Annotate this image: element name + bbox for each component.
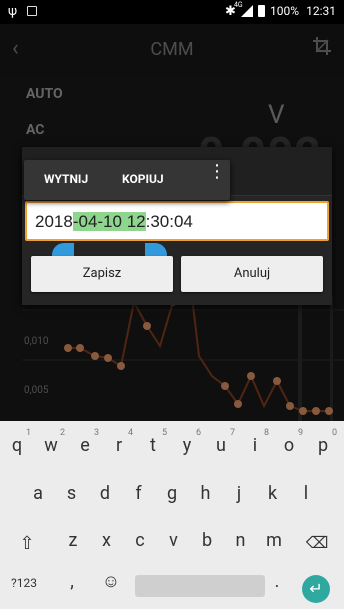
key-g[interactable]: g [157, 483, 187, 504]
key-i[interactable]: i8 [240, 428, 270, 456]
key-label: q [11, 435, 23, 456]
key-a[interactable]: a [23, 483, 53, 504]
key-number-hint: 3 [93, 428, 99, 438]
key-label: g [166, 483, 178, 504]
key-label: x [102, 530, 111, 551]
key-v[interactable]: v [159, 530, 189, 551]
backspace-icon[interactable]: ⌫ [302, 533, 332, 552]
key-p[interactable]: p0 [308, 428, 338, 456]
key-label: i [252, 435, 258, 456]
key-label: a [33, 483, 43, 504]
space-bar[interactable] [135, 575, 265, 597]
more-options-icon[interactable]: ⋮ [208, 163, 226, 181]
key-x[interactable]: x [92, 530, 122, 551]
key-w[interactable]: w2 [36, 428, 66, 456]
key-number-hint: 2 [59, 428, 65, 438]
key-label: o [283, 435, 295, 456]
key-e[interactable]: e3 [70, 428, 100, 456]
key-t[interactable]: t5 [138, 428, 168, 456]
key-number-hint: 9 [297, 428, 303, 438]
key-label: y [182, 435, 192, 456]
image-notification-icon [27, 6, 37, 16]
key-label: r [115, 435, 123, 456]
emoji-icon[interactable]: ☺ [96, 571, 126, 592]
copy-menu-item[interactable]: KOPIUJ [122, 172, 164, 186]
key-d[interactable]: d [90, 483, 120, 504]
signal-icon [241, 5, 253, 17]
key-c[interactable]: c [125, 530, 155, 551]
key-label: z [68, 530, 78, 551]
key-q[interactable]: q1 [2, 428, 32, 456]
text-context-menu: WYTNIJ KOPIUJ ⋮ [24, 160, 230, 200]
key-number-hint: 5 [161, 428, 167, 438]
cancel-button[interactable]: Anuluj [181, 256, 323, 292]
key-u[interactable]: u7 [206, 428, 236, 456]
usb-icon: ψ [8, 4, 18, 19]
key-o[interactable]: o9 [274, 428, 304, 456]
datetime-input[interactable]: 2018-04-10 12:30:04 [25, 201, 329, 241]
key-number-hint: 1 [25, 428, 31, 438]
key-label: v [169, 530, 178, 551]
key-label: f [135, 483, 142, 504]
soft-keyboard: q1w2e3r4t5y6u7i8o9p0 asdfghjkl zxcvbnm ⇧… [0, 421, 344, 609]
symbols-key[interactable]: ?123 [6, 576, 42, 590]
cut-menu-item[interactable]: WYTNIJ [44, 172, 88, 186]
key-label: b [201, 530, 213, 551]
key-j[interactable]: j [224, 483, 254, 504]
enter-arrow-icon[interactable]: ↵ [302, 575, 330, 603]
battery-icon [258, 5, 265, 17]
text-selection: -04-10 12 [72, 212, 146, 231]
key-n[interactable]: n [226, 530, 256, 551]
key-label: s [66, 483, 77, 504]
key-label: p [317, 435, 329, 456]
key-y[interactable]: y6 [172, 428, 202, 456]
key-label: j [236, 483, 242, 504]
key-number-hint: 8 [263, 428, 269, 438]
key-label: k [267, 483, 278, 504]
key-h[interactable]: h [191, 483, 221, 504]
shift-icon[interactable]: ⇧ [12, 533, 42, 554]
key-label: w [44, 435, 58, 456]
key-number-hint: 4 [127, 428, 133, 438]
datetime-text: 2018-04-10 12:30:04 [35, 212, 193, 231]
key-label: m [266, 530, 282, 551]
key-z[interactable]: z [58, 530, 88, 551]
key-m[interactable]: m [259, 530, 289, 551]
key-r[interactable]: r4 [104, 428, 134, 456]
key-label: l [303, 483, 309, 504]
key-number-hint: 6 [195, 428, 201, 438]
key-label: c [135, 530, 145, 551]
key-label: u [216, 435, 226, 456]
key-k[interactable]: k [258, 483, 288, 504]
key-label: d [99, 483, 111, 504]
key-l[interactable]: l [291, 483, 321, 504]
status-bar: ψ ✱ 4G 100% 12:31 [0, 0, 344, 24]
battery-percent: 100% [270, 4, 300, 18]
save-button[interactable]: Zapisz [31, 256, 173, 292]
key-label: n [235, 530, 246, 551]
key-label: t [150, 435, 156, 456]
comma-key[interactable]: , [57, 571, 87, 592]
key-number-hint: 7 [229, 428, 235, 438]
key-label: e [80, 435, 90, 456]
period-key[interactable]: . [262, 571, 292, 592]
key-label: h [200, 483, 211, 504]
key-number-hint: 0 [331, 428, 337, 438]
key-s[interactable]: s [57, 483, 87, 504]
key-b[interactable]: b [192, 530, 222, 551]
clock: 12:31 [306, 4, 336, 18]
key-f[interactable]: f [124, 483, 154, 504]
